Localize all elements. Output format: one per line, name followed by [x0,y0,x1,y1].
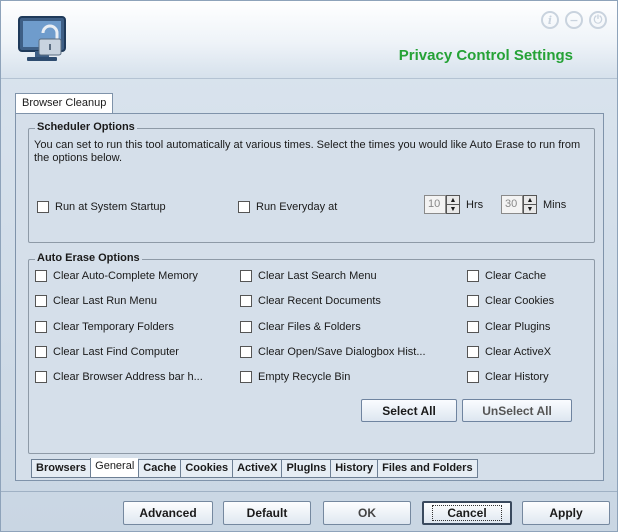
option-label: Clear Open/Save Dialogbox Hist... [258,346,426,358]
checkbox-box[interactable] [467,295,479,307]
clear-last-find-checkbox[interactable]: Clear Last Find Computer [35,346,179,358]
run-everyday-label: Run Everyday at [256,201,338,213]
monitor-lock-logo-icon [17,13,69,65]
checkbox-box[interactable] [240,270,252,282]
option-label: Empty Recycle Bin [258,371,351,383]
minutes-label: Mins [543,198,567,211]
clear-plugins-checkbox[interactable]: Clear Plugins [467,321,550,333]
checkbox-box[interactable] [467,270,479,282]
clear-cookies-checkbox[interactable]: Clear Cookies [467,295,554,307]
scheduler-options-group: Scheduler Options You can set to run thi… [28,121,595,243]
option-label: Clear Last Search Menu [258,270,377,282]
run-everyday-checkbox[interactable]: Run Everyday at [238,201,337,213]
spin-down-icon[interactable]: ▼ [524,204,536,213]
tab-cookies[interactable]: Cookies [180,459,233,478]
option-label: Clear Files & Folders [258,321,361,333]
checkbox-box[interactable] [240,371,252,383]
clear-auto-complete-checkbox[interactable]: Clear Auto-Complete Memory [35,270,198,282]
unselect-all-button[interactable]: UnSelect All [462,399,572,422]
option-label: Clear Plugins [485,321,551,333]
option-label: Clear Cookies [485,295,555,307]
apply-button[interactable]: Apply [522,501,610,525]
option-label: Clear Recent Documents [258,295,381,307]
hours-arrows[interactable]: ▲ ▼ [446,195,460,214]
auto-erase-options-title: Auto Erase Options [35,252,142,264]
privacy-control-window: i − ⏻ Privacy Control Settings Browser C… [0,0,618,532]
checkbox-box[interactable] [240,346,252,358]
minutes-arrows[interactable]: ▲ ▼ [523,195,537,214]
tab-general[interactable]: General [90,458,139,478]
checkbox-box[interactable] [467,371,479,383]
info-icon[interactable]: i [541,11,559,29]
checkbox-box[interactable] [35,371,47,383]
spin-up-icon[interactable]: ▲ [524,196,536,204]
checkbox-box[interactable] [35,346,47,358]
tab-files-and-folders[interactable]: Files and Folders [377,459,478,478]
clear-open-save-checkbox[interactable]: Clear Open/Save Dialogbox Hist... [240,346,426,358]
checkbox-box[interactable] [467,346,479,358]
tab-browsers[interactable]: Browsers [31,459,91,478]
default-button[interactable]: Default [223,501,311,525]
option-label: Clear Last Find Computer [53,346,179,358]
advanced-button[interactable]: Advanced [123,501,213,525]
checkbox-box[interactable] [240,295,252,307]
option-label: Clear Temporary Folders [53,321,174,333]
auto-erase-options-group: Auto Erase Options Clear Auto-Complete M… [28,252,595,454]
checkbox-box[interactable] [467,321,479,333]
footer-divider [1,491,617,492]
option-label: Clear Auto-Complete Memory [53,270,198,282]
checkbox-box[interactable] [238,201,250,213]
clear-address-bar-checkbox[interactable]: Clear Browser Address bar h... [35,371,203,383]
option-label: Clear ActiveX [485,346,552,358]
tab-activex[interactable]: ActiveX [232,459,282,478]
checkbox-box[interactable] [35,270,47,282]
clear-last-run-checkbox[interactable]: Clear Last Run Menu [35,295,157,307]
empty-recycle-bin-checkbox[interactable]: Empty Recycle Bin [240,371,350,383]
tab-history[interactable]: History [330,459,378,478]
spin-down-icon[interactable]: ▼ [447,204,459,213]
cancel-label: Cancel [432,505,502,521]
checkbox-box[interactable] [35,321,47,333]
hours-stepper[interactable]: 10 ▲ ▼ Hrs [424,195,483,214]
clear-files-folders-checkbox[interactable]: Clear Files & Folders [240,321,361,333]
run-at-startup-label: Run at System Startup [55,201,166,213]
tab-browser-cleanup[interactable]: Browser Cleanup [15,93,114,114]
option-label: Clear Browser Address bar h... [53,371,203,383]
scheduler-description: You can set to run this tool automatical… [34,139,581,164]
checkbox-box[interactable] [240,321,252,333]
hours-label: Hrs [466,198,484,211]
minutes-stepper[interactable]: 30 ▲ ▼ Mins [501,195,566,214]
power-icon[interactable]: ⏻ [589,11,607,29]
tab-plugins[interactable]: PlugIns [281,459,331,478]
option-label: Clear History [485,371,549,383]
tab-cache[interactable]: Cache [138,459,181,478]
minutes-value[interactable]: 30 [501,195,523,214]
select-all-button[interactable]: Select All [361,399,457,422]
minimize-icon[interactable]: − [565,11,583,29]
run-at-startup-checkbox[interactable]: Run at System Startup [37,201,166,213]
ok-button[interactable]: OK [323,501,411,525]
bottom-tab-bar: Browsers General Cache Cookies ActiveX P… [31,458,478,478]
clear-cache-checkbox[interactable]: Clear Cache [467,270,546,282]
checkbox-box[interactable] [37,201,49,213]
clear-recent-docs-checkbox[interactable]: Clear Recent Documents [240,295,381,307]
scheduler-options-title: Scheduler Options [35,121,137,133]
spin-up-icon[interactable]: ▲ [447,196,459,204]
option-label: Clear Last Run Menu [53,295,157,307]
cancel-button[interactable]: Cancel [422,501,512,525]
hours-value[interactable]: 10 [424,195,446,214]
checkbox-box[interactable] [35,295,47,307]
window-title: Privacy Control Settings [398,47,573,64]
header-icons: i − ⏻ [541,11,607,29]
option-label: Clear Cache [485,270,547,282]
clear-temp-folders-checkbox[interactable]: Clear Temporary Folders [35,321,174,333]
header-bar: i − ⏻ Privacy Control Settings [1,1,617,79]
clear-history-checkbox[interactable]: Clear History [467,371,549,383]
clear-last-search-checkbox[interactable]: Clear Last Search Menu [240,270,377,282]
clear-activex-checkbox[interactable]: Clear ActiveX [467,346,551,358]
browser-cleanup-panel: Scheduler Options You can set to run thi… [15,113,604,481]
